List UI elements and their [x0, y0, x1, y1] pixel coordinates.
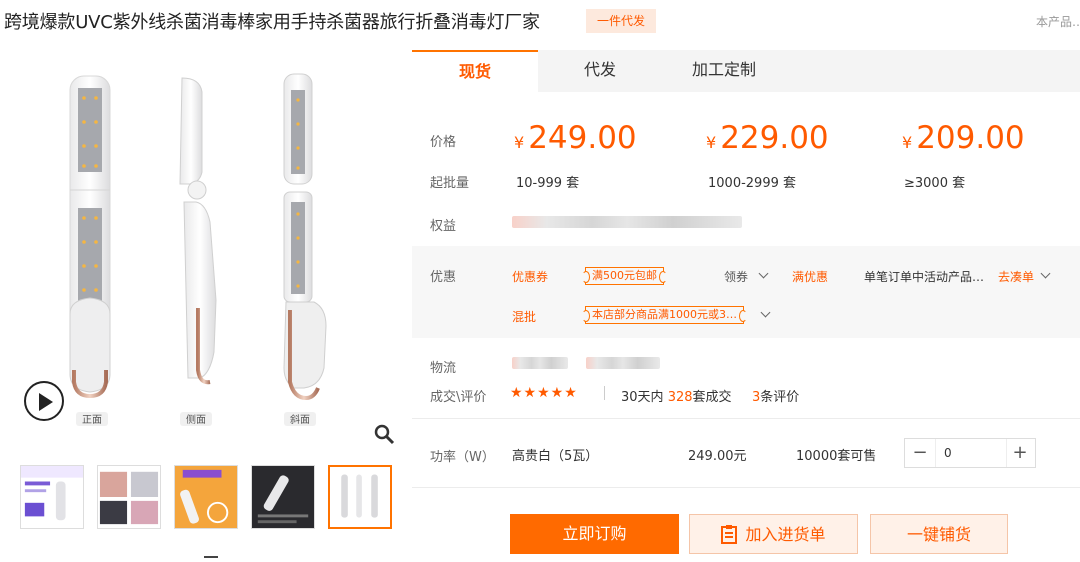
- purchase-mode-tabs: 现货 代发 加工定制: [412, 50, 1080, 92]
- moq-tier-3: ≥3000 套: [904, 176, 966, 191]
- play-video-button[interactable]: [24, 381, 64, 421]
- zoom-icon[interactable]: [372, 422, 396, 446]
- quantity-input[interactable]: [935, 439, 1007, 467]
- view-label-front: 正面: [82, 415, 102, 426]
- logistics-label: 物流: [430, 361, 457, 376]
- deals-summary: 30天内 328套成交: [621, 390, 732, 405]
- sku-stock: 10000套可售: [796, 449, 877, 464]
- sku-name: 高贵白（5瓦）: [512, 449, 599, 464]
- coupon-link[interactable]: 优惠券: [512, 268, 548, 285]
- product-title: 跨境爆款UVC紫外线杀菌消毒棒家用手持杀菌器旅行折叠消毒灯厂家: [4, 12, 540, 33]
- play-icon: [39, 393, 53, 411]
- review-summary[interactable]: 3条评价: [752, 386, 799, 405]
- front-view-device: [69, 75, 111, 399]
- view-label-side: 侧面: [186, 413, 206, 426]
- claim-coupon-link[interactable]: 领券: [724, 268, 748, 285]
- add-to-purchase-list-label: 加入进货单: [745, 525, 826, 544]
- activity-text: 单笔订单中活动产品…: [864, 270, 985, 284]
- mixed-batch-link[interactable]: 混批: [512, 308, 536, 325]
- price-tier-3: ¥209.00: [902, 120, 1025, 156]
- one-click-listing-button[interactable]: 一键铺货: [870, 514, 1008, 554]
- add-to-purchase-list-button[interactable]: 加入进货单: [689, 514, 858, 554]
- logistics-blurred-fee: [586, 357, 660, 369]
- thumbnail-4[interactable]: [251, 465, 315, 529]
- main-product-image[interactable]: 正面 侧面 斜面: [14, 52, 400, 450]
- clipboard-icon: [721, 525, 738, 544]
- deals-count: 328: [667, 390, 693, 405]
- top-right-text: 本产品…: [1036, 15, 1080, 29]
- rights-blurred-content: [512, 216, 742, 228]
- rating-stars: ★★★★★: [510, 385, 578, 401]
- tab-in-stock[interactable]: 现货: [412, 50, 538, 92]
- power-label: 功率（W）: [430, 450, 495, 465]
- full-discount-link[interactable]: 满优惠: [792, 268, 828, 285]
- price-tier-1: ¥249.00: [514, 120, 637, 156]
- moq-label: 起批量: [430, 176, 470, 191]
- go-gather-order-link[interactable]: 去凑单: [998, 268, 1034, 285]
- moq-tier-2: 1000-2999 套: [708, 176, 796, 191]
- quantity-increase-button[interactable]: +: [1005, 439, 1035, 467]
- section-divider-2: [412, 487, 1080, 488]
- mixed-batch-tag[interactable]: 本店部分商品满1000元或3…: [582, 306, 747, 324]
- promo-label: 优惠: [430, 270, 457, 285]
- sku-price: 249.00元: [688, 449, 747, 464]
- tab-dropship[interactable]: 代发: [538, 50, 662, 92]
- deals-reviews-label: 成交\评价: [430, 390, 487, 405]
- thumbnail-5[interactable]: [328, 465, 392, 529]
- quantity-decrease-button[interactable]: −: [905, 439, 935, 467]
- thumbnail-strip: [20, 465, 392, 529]
- section-divider: [412, 418, 1080, 419]
- price-tier-2: ¥229.00: [706, 120, 829, 156]
- rights-label: 权益: [430, 219, 457, 234]
- side-view-device: [179, 77, 217, 385]
- coupon-tag[interactable]: 满500元包邮: [582, 267, 667, 285]
- thumbnail-3[interactable]: [174, 465, 238, 529]
- view-label-angled: 斜面: [290, 413, 310, 426]
- logistics-blurred-origin: [512, 357, 568, 369]
- angled-view-device: [283, 73, 327, 401]
- dropship-badge: 一件代发: [586, 9, 656, 33]
- rating-divider: [604, 386, 605, 400]
- price-label: 价格: [430, 135, 457, 150]
- bottom-cut-icon: [204, 556, 218, 562]
- thumbnail-1[interactable]: [20, 465, 84, 529]
- tab-custom-processing[interactable]: 加工定制: [662, 50, 786, 92]
- quantity-stepper: − +: [904, 438, 1036, 468]
- thumbnail-2[interactable]: [97, 465, 161, 529]
- moq-tier-1: 10-999 套: [516, 176, 580, 191]
- order-now-button[interactable]: 立即订购: [510, 514, 679, 554]
